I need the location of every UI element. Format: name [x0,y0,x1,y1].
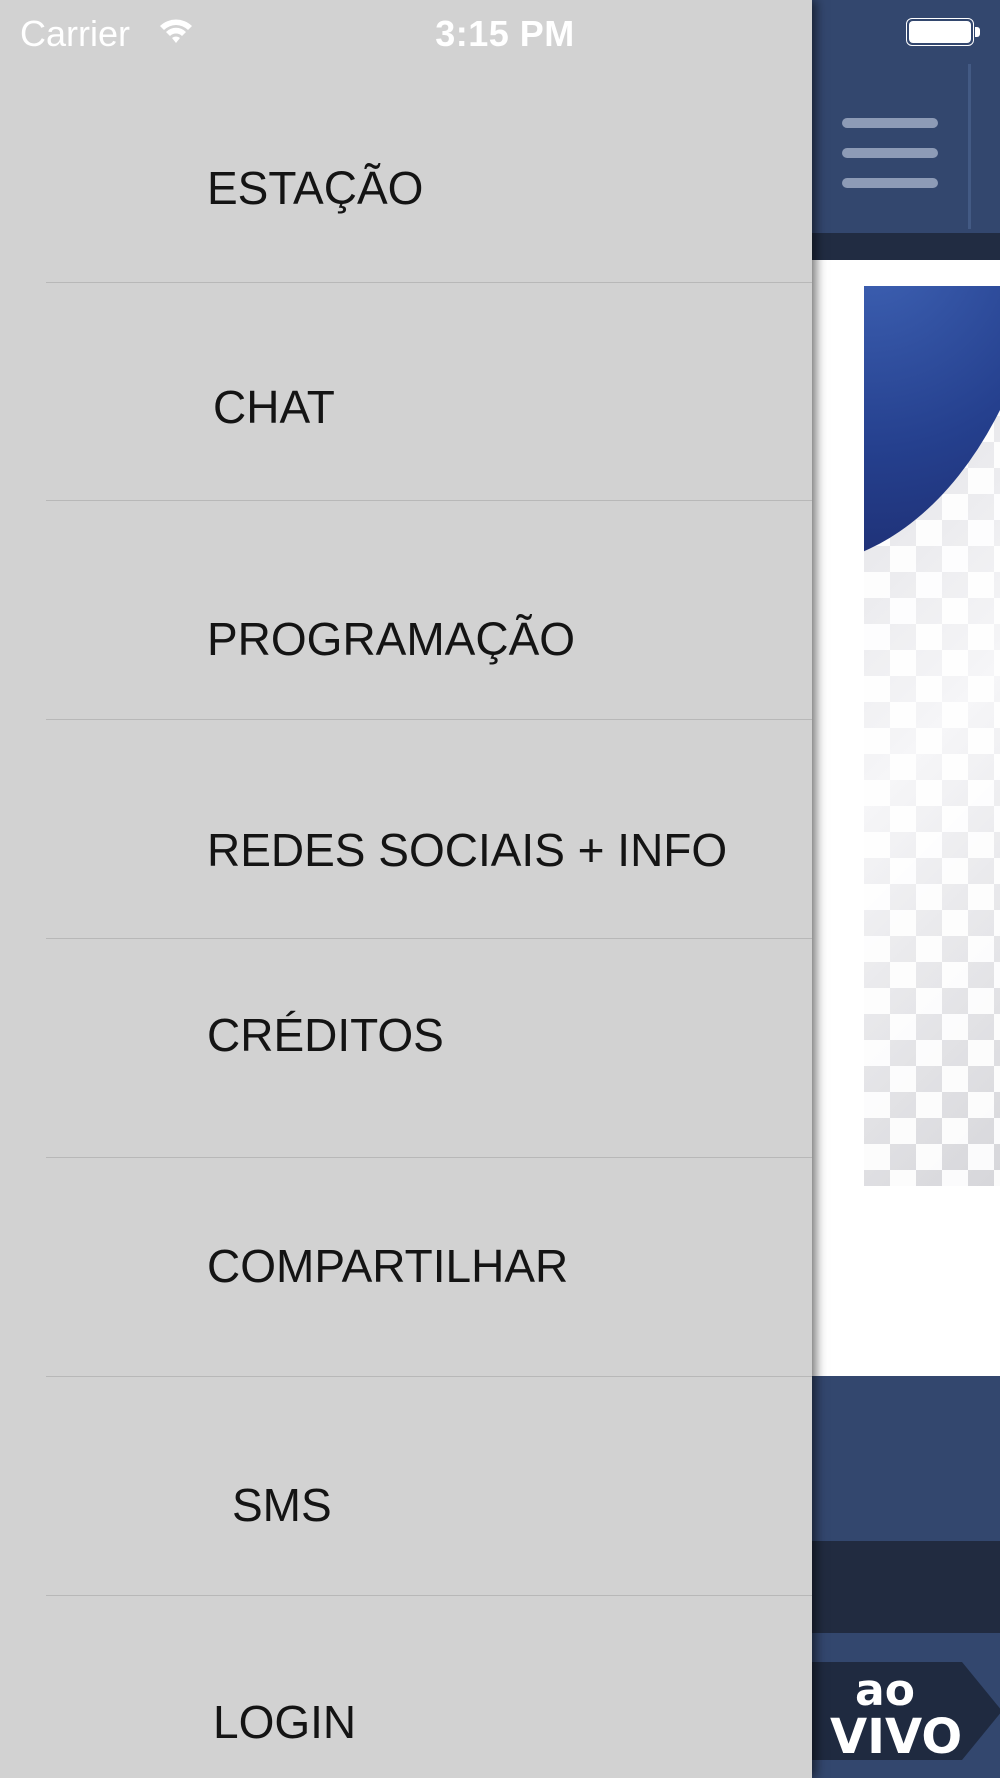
live-button[interactable]: ao VIVO [812,1662,1000,1765]
drawer-item-redes-sociais[interactable]: REDES SOCIAIS + INFO [0,720,812,938]
drawer-item-login[interactable]: LOGIN [0,1596,812,1778]
drawer-item-sms[interactable]: SMS [0,1377,812,1595]
top-bar-strip [812,233,1000,260]
drawer-item-compartilhar[interactable]: COMPARTILHAR [0,1158,812,1376]
drawer-item-chat[interactable]: CHAT [0,283,812,500]
menu-bar-line [842,118,938,128]
battery-full-icon [906,18,982,48]
player-panel [812,1376,1000,1541]
drawer-item-label: COMPARTILHAR [207,1240,569,1292]
station-banner-image [864,286,1000,1186]
drawer-item-creditos[interactable]: CRÉDITOS [0,939,812,1157]
side-drawer-menu: ESTAÇÃO CHAT PROGRAMAÇÃO REDES SOCIAIS +… [0,0,812,1778]
player-strip [812,1541,1000,1633]
drawer-item-label: REDES SOCIAIS + INFO [207,824,728,876]
live-badge-line2: VIVO [830,1709,963,1765]
drawer-item-label: PROGRAMAÇÃO [207,613,576,665]
drawer-item-estacao[interactable]: ESTAÇÃO [0,66,812,282]
menu-bar-line [842,148,938,158]
top-bar-divider [968,64,971,229]
status-bar: Carrier 3:15 PM [0,0,1000,66]
battery-body [906,18,974,46]
hamburger-menu-icon[interactable] [838,112,942,196]
drawer-item-label: SMS [232,1479,332,1531]
live-badge-line1: ao [855,1665,915,1716]
drawer-item-label: CHAT [213,381,335,433]
drawer-item-label: ESTAÇÃO [207,162,424,214]
screen: ao VIVO ESTAÇÃO CHAT PROGRAMAÇÃO REDES S… [0,0,1000,1778]
status-time: 3:15 PM [435,13,575,54]
drawer-item-label: LOGIN [213,1696,357,1748]
drawer-item-programacao[interactable]: PROGRAMAÇÃO [0,501,812,719]
live-badge-arrow [962,1662,1000,1760]
battery-level-fill [909,21,971,43]
drawer-item-label: CRÉDITOS [207,1009,444,1061]
banner-blue-curve [864,286,1000,566]
live-badge-label: ao VIVO [830,1665,963,1765]
battery-tip [975,27,980,37]
menu-bar-line [842,178,938,188]
